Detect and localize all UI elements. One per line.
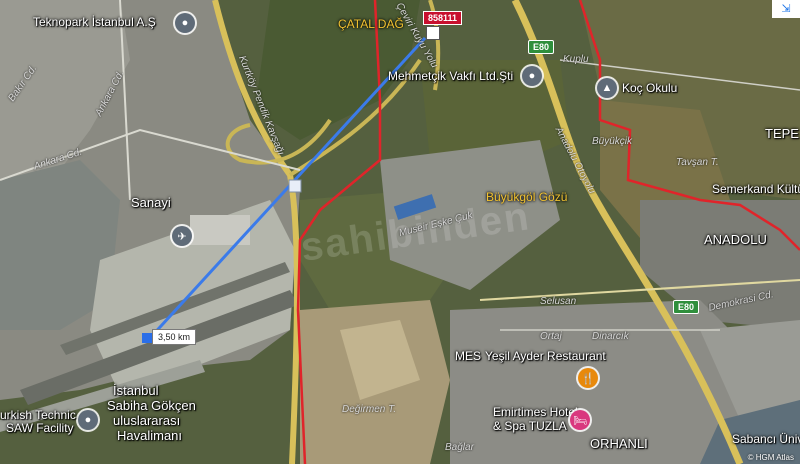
school-icon[interactable]: ▲ [597, 78, 617, 98]
airport-icon[interactable]: ✈ [172, 226, 192, 246]
fullscreen-icon[interactable]: ⇲ [772, 0, 800, 18]
road-selusan: Selusan [540, 296, 577, 307]
road-ortaj: Ortaj [540, 331, 562, 342]
map-view[interactable]: sahibinden 858111 3,50 km ● Teknopark İs… [0, 0, 800, 464]
area-anadolu: ANADOLU [704, 232, 767, 247]
poi-semerkand[interactable]: Semerkand Kültü [712, 182, 800, 196]
highway-shield-e80: E80 [528, 40, 555, 54]
poi-mehmetcik[interactable]: Mehmetçik Vakfı Ltd.Şti [388, 69, 513, 83]
area-catal-dag: ÇATAL DAĞ [338, 17, 404, 31]
place-icon[interactable]: ● [522, 66, 542, 86]
poi-yesil-ayder[interactable]: Yeşil Ayder Restaurant [485, 349, 606, 363]
airport-label-2[interactable]: Sabiha Gökçen [107, 398, 196, 413]
listing-marker-label[interactable]: 858111 [423, 11, 463, 25]
distance-label: 3,50 km [152, 329, 197, 345]
airport-label-3[interactable]: uluslararası [113, 413, 180, 428]
area-buyukgol: Büyükgöl Gözü [486, 190, 568, 204]
area-sanayi: Sanayi [131, 195, 171, 210]
road-baglar: Bağlar [445, 442, 474, 453]
poi-sabanci[interactable]: Sabancı Ünive [732, 432, 800, 446]
place-icon[interactable]: ● [175, 13, 195, 33]
road-dinarcik: Dinarcık [592, 331, 629, 342]
hotel-icon[interactable]: 🛏 [570, 410, 590, 430]
restaurant-icon[interactable]: 🍴 [578, 368, 598, 388]
distance-endpoint [142, 333, 152, 343]
airport-label-1[interactable]: İstanbul [113, 383, 159, 398]
road-kuplu: Kuplu [563, 54, 589, 65]
poi-emirtimes-1[interactable]: Emirtimes Hotel [493, 405, 578, 419]
road-tavsan-t: Tavşan T. [676, 157, 719, 168]
poi-turkish-technic-2[interactable]: SAW Facility [6, 421, 74, 435]
highway-shield-e80: E80 [673, 300, 700, 314]
poi-teknopark[interactable]: Teknopark İstanbul A.Ş [33, 15, 156, 29]
place-icon[interactable]: ● [78, 410, 98, 430]
airport-label-4[interactable]: Havalimanı [117, 428, 182, 443]
map-attribution[interactable]: © HGM Atlas [748, 453, 794, 462]
area-orhanli: ORHANLI [590, 436, 648, 451]
road-degirmen-t: Değirmen T. [342, 404, 397, 415]
poi-mes[interactable]: MES [455, 349, 481, 363]
poi-emirtimes-2[interactable]: & Spa TUZLA [493, 419, 567, 433]
poi-koc-okulu[interactable]: Koç Okulu [622, 81, 677, 95]
listing-marker[interactable] [426, 26, 440, 40]
poi-turkish-technic-1[interactable]: urkish Technic [0, 408, 76, 422]
road-buyukcik: Büyükçik [592, 136, 633, 147]
area-tepe: TEPE [765, 126, 799, 141]
